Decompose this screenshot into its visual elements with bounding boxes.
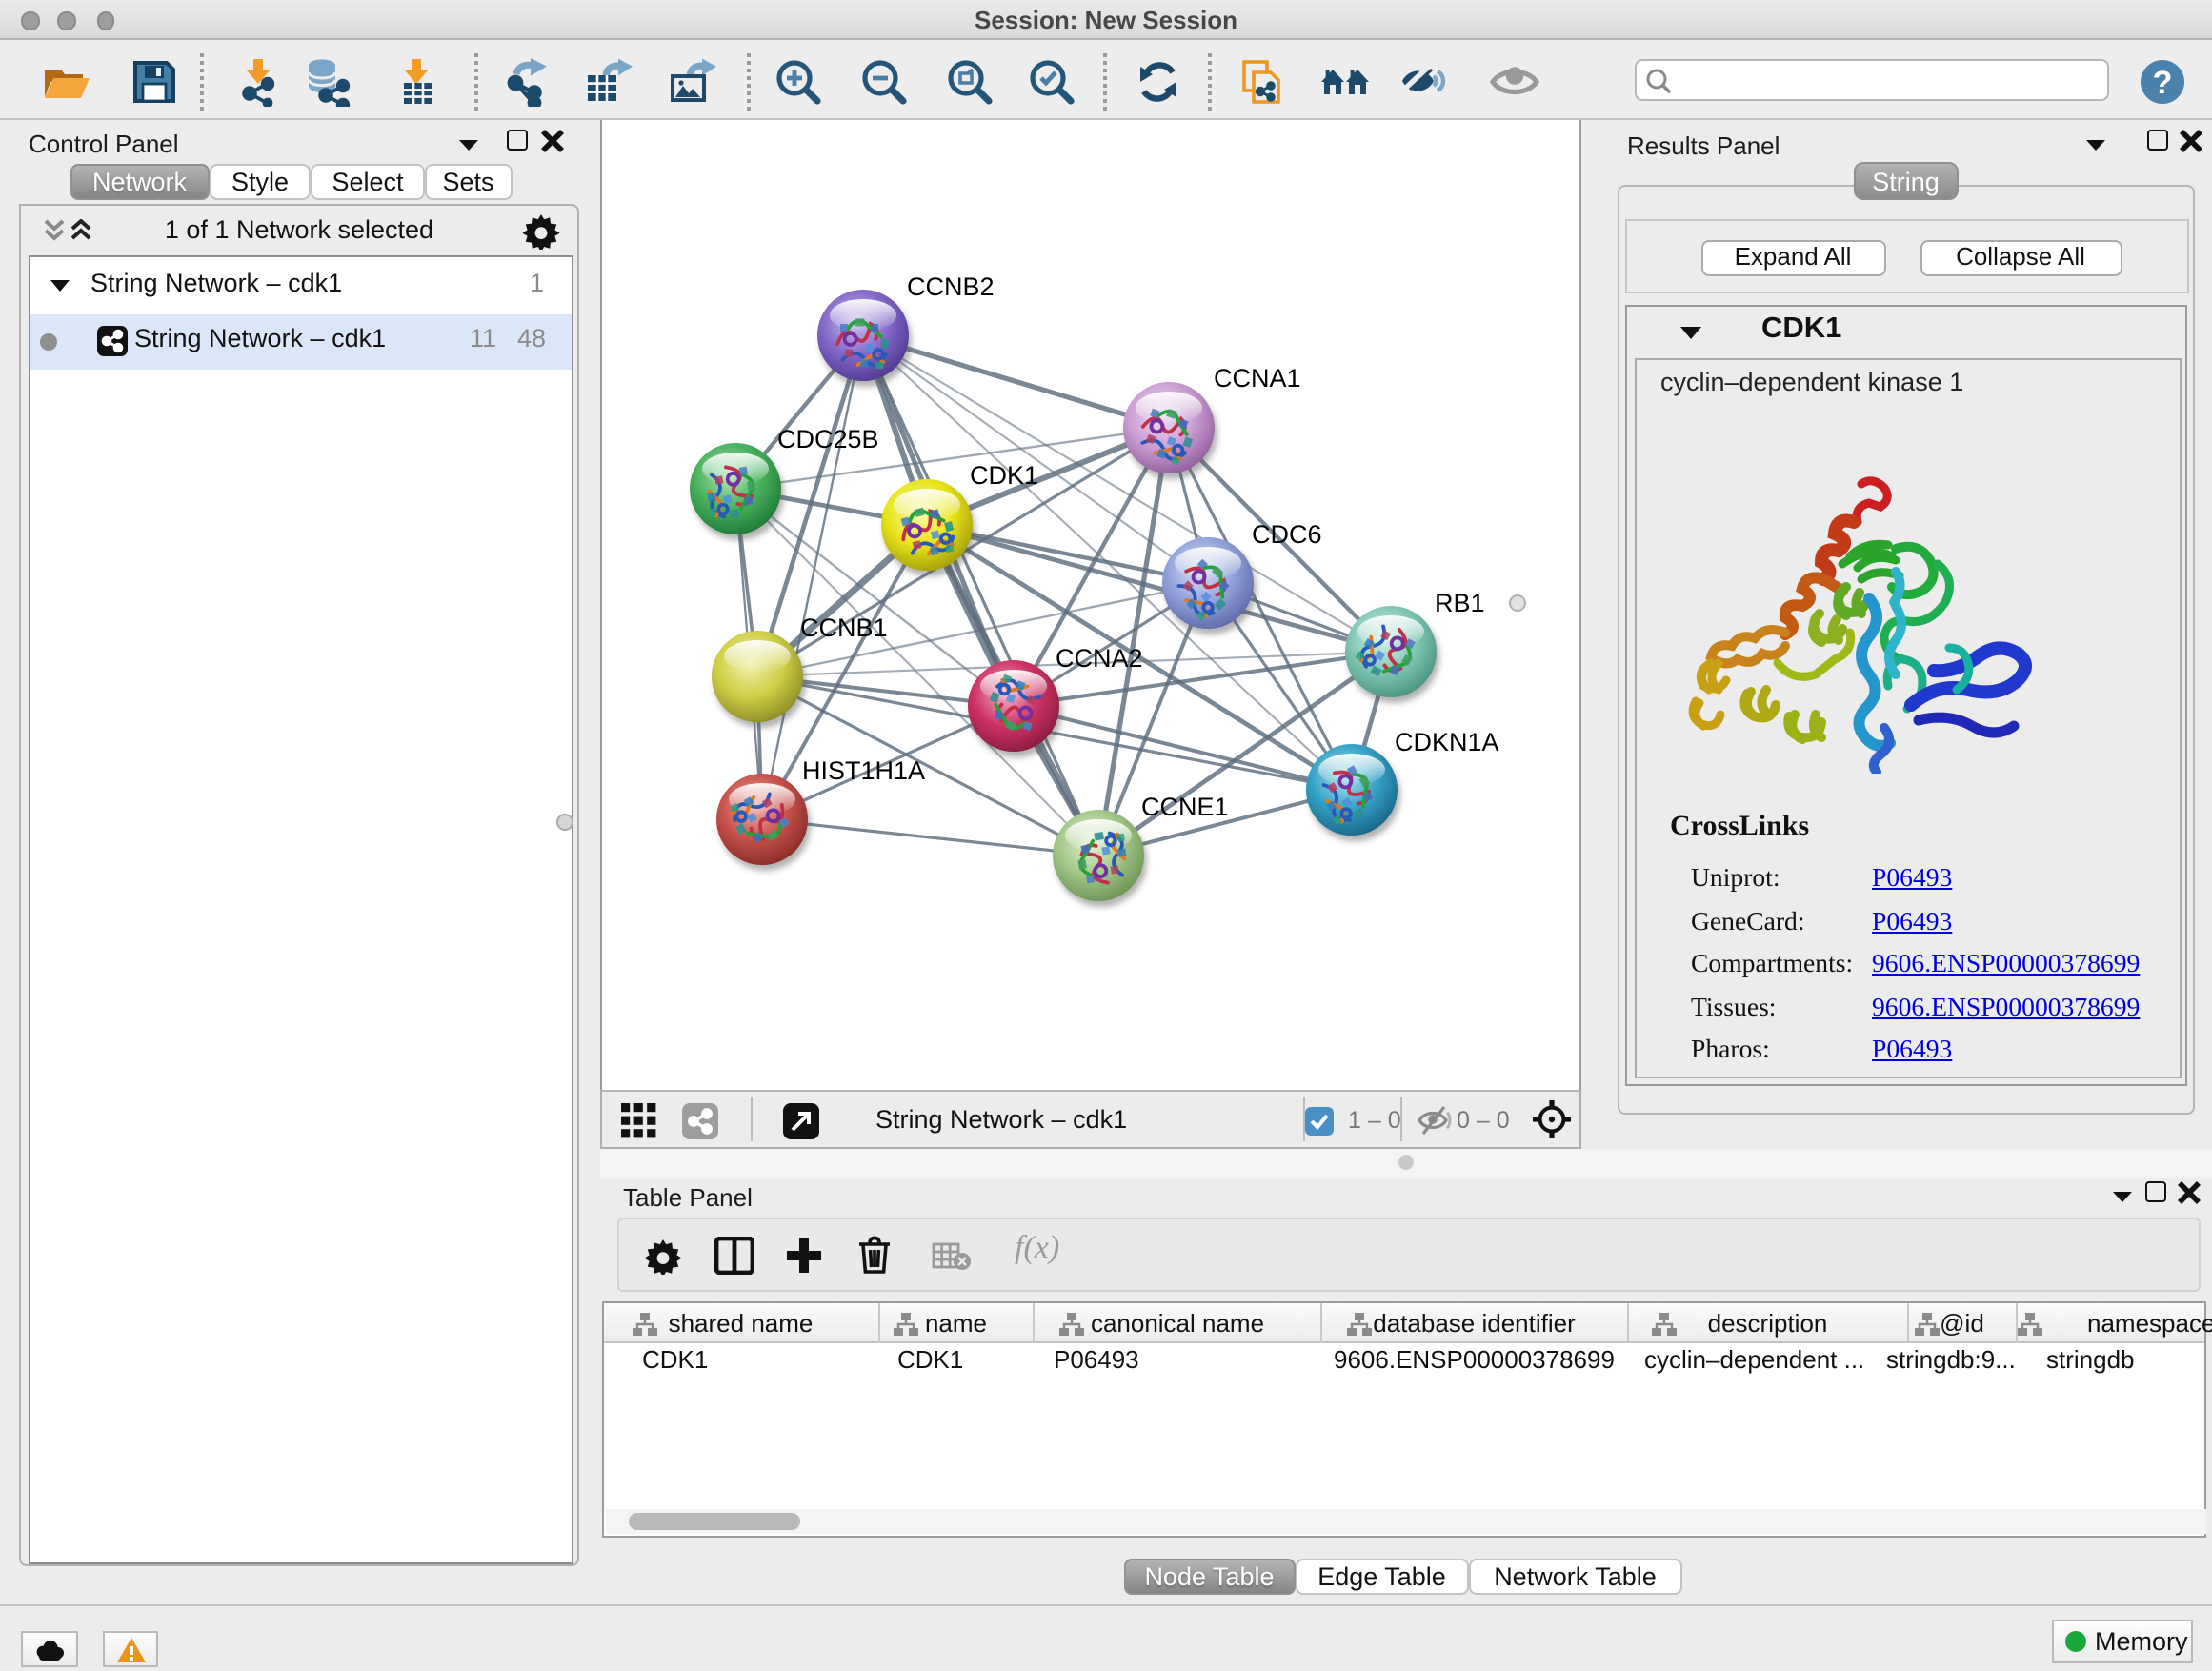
svg-text:CCNB1: CCNB1 (799, 614, 887, 642)
svg-text:HIST1H1A: HIST1H1A (801, 756, 924, 785)
svg-text:CCNA1: CCNA1 (1213, 364, 1300, 393)
svg-text:CCNE1: CCNE1 (1140, 793, 1228, 821)
svg-text:CCNB2: CCNB2 (906, 272, 994, 301)
svg-text:CDK1: CDK1 (969, 461, 1037, 490)
svg-text:CDC25B: CDC25B (776, 425, 878, 453)
svg-text:CCNA2: CCNA2 (1055, 644, 1142, 673)
svg-text:CDC6: CDC6 (1251, 520, 1321, 549)
svg-text:?: ? (2153, 64, 2173, 100)
svg-text:RB1: RB1 (1434, 589, 1484, 617)
svg-text:CDKN1A: CDKN1A (1394, 728, 1498, 756)
